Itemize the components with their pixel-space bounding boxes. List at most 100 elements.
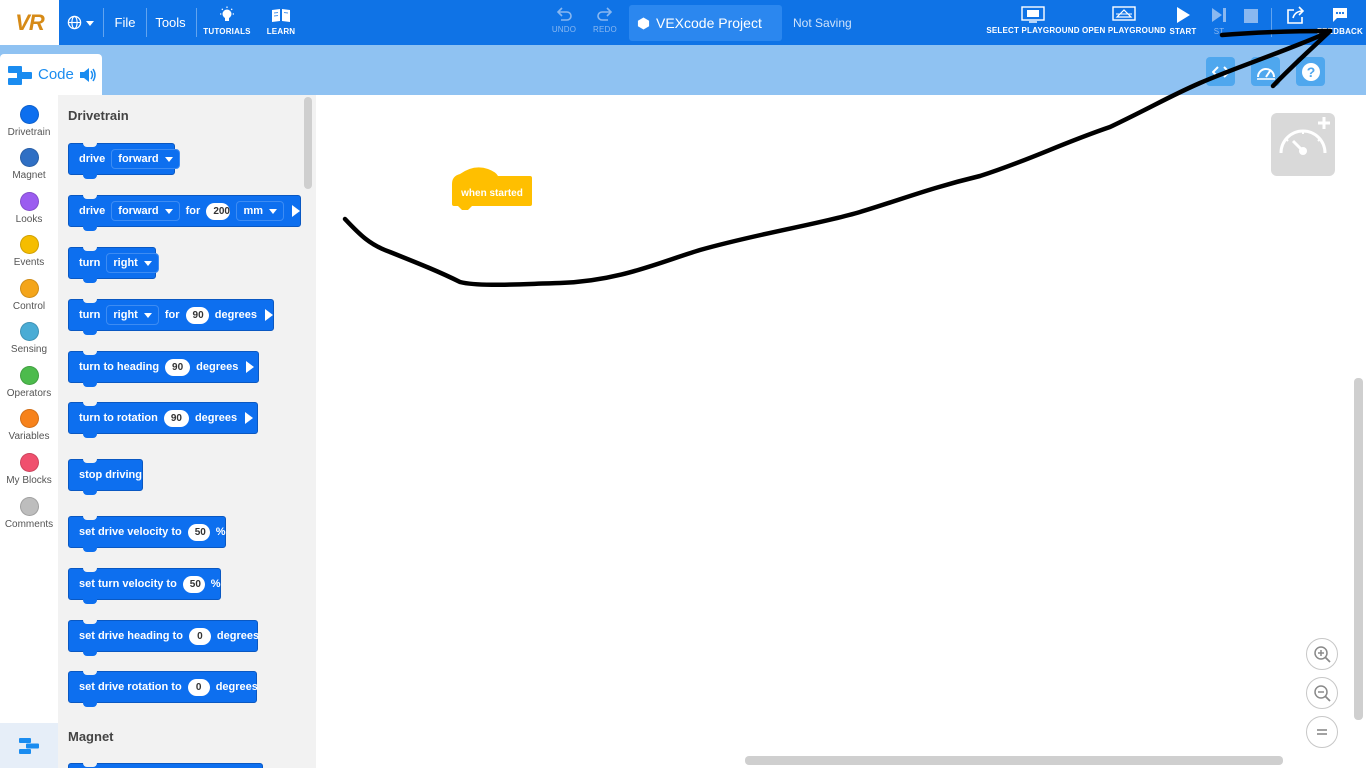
zoom-reset-button[interactable] (1306, 716, 1338, 748)
lightbulb-icon (220, 6, 234, 21)
category-sensing[interactable]: Sensing (0, 322, 58, 366)
category-control[interactable]: Control (0, 279, 58, 323)
direction-dropdown[interactable]: forward (111, 201, 180, 221)
category-label: Drivetrain (7, 127, 51, 138)
drivetrain-heading: Drivetrain (68, 108, 129, 123)
hexagon-icon (637, 16, 650, 30)
category-operators[interactable]: Operators (0, 366, 58, 410)
stop-button[interactable] (1239, 0, 1263, 45)
learn-button[interactable]: LEARN (262, 0, 300, 45)
block-text: drive (79, 205, 106, 217)
set-drive-rotation-block[interactable]: set drive rotation to 0 degrees (68, 671, 258, 707)
code-workspace[interactable]: when started (316, 95, 1366, 768)
project-name-field[interactable]: VEXcode Project (629, 5, 782, 41)
add-device-button[interactable] (1271, 113, 1335, 176)
language-menu-button[interactable] (62, 0, 100, 45)
toolbar-divider (103, 8, 104, 37)
turn-to-rotation-block[interactable]: turn to rotation 90 degrees (68, 402, 258, 438)
direction-dropdown[interactable]: forward (111, 149, 180, 169)
velocity-input[interactable]: 50 (187, 523, 210, 541)
redo-button[interactable]: REDO (589, 0, 621, 45)
stop-driving-block[interactable]: stop driving (68, 459, 143, 495)
tools-menu[interactable]: Tools (152, 0, 189, 45)
code-tab[interactable]: Code (0, 54, 102, 95)
category-label: My Blocks (6, 475, 52, 486)
workspace-horizontal-scrollbar[interactable] (745, 756, 1283, 765)
zoom-out-button[interactable] (1306, 677, 1338, 709)
zoom-in-button[interactable] (1306, 638, 1338, 670)
code-viewer-button[interactable] (1206, 57, 1235, 86)
block-text: % (215, 526, 226, 538)
caret-down-icon (164, 156, 173, 162)
block-text: set drive heading to (79, 630, 183, 642)
feedback-button[interactable]: FEEDBACK (1316, 0, 1364, 45)
start-label: START (1169, 27, 1197, 36)
help-button[interactable]: ? (1296, 57, 1325, 86)
when-started-block[interactable]: when started (452, 164, 532, 212)
share-button[interactable] (1281, 0, 1311, 45)
drive-for-block[interactable]: drive forward for 200 mm (68, 195, 301, 231)
workspace-vertical-scrollbar[interactable] (1354, 378, 1363, 720)
heading-input[interactable]: 0 (188, 627, 211, 645)
block-text: degrees (214, 309, 257, 321)
learn-label: LEARN (266, 27, 296, 36)
hat-block-label: when started (461, 188, 523, 199)
open-playground-button[interactable]: OPEN PLAYGROUND (1082, 0, 1166, 45)
category-looks[interactable]: Looks (0, 192, 58, 236)
turn-for-block[interactable]: turn right for 90 degrees (68, 299, 274, 335)
set-turn-velocity-block[interactable]: set turn velocity to 50 % (68, 568, 221, 604)
share-icon (1287, 6, 1305, 24)
palette-scrollbar[interactable] (304, 97, 312, 189)
dropdown-value: right (113, 257, 138, 269)
file-menu[interactable]: File (109, 0, 141, 45)
magnet-block-partial[interactable] (68, 763, 263, 768)
speaker-icon[interactable] (79, 67, 97, 83)
turn-direction-dropdown[interactable]: right (106, 253, 159, 273)
tutorials-button[interactable]: TUTORIALS (203, 0, 251, 45)
vexcode-vr-logo: VR (0, 0, 59, 45)
expand-arrow-icon[interactable] (246, 361, 255, 373)
step-label: ST (1213, 27, 1225, 36)
expand-arrow-icon[interactable] (292, 205, 300, 217)
block-text: % (210, 578, 221, 590)
select-playground-button[interactable]: SELECT PLAYGROUND (986, 0, 1079, 45)
category-comments[interactable]: Comments (0, 497, 58, 541)
expand-arrow-icon[interactable] (265, 309, 273, 321)
magnet-heading: Magnet (68, 729, 114, 744)
blocks-stack-icon (19, 737, 39, 754)
select-playground-label: SELECT PLAYGROUND (986, 26, 1080, 35)
velocity-input[interactable]: 50 (182, 575, 205, 593)
turn-to-heading-block[interactable]: turn to heading 90 degrees (68, 351, 259, 387)
category-drivetrain[interactable]: Drivetrain (0, 105, 58, 149)
distance-input[interactable]: 200 (206, 202, 231, 220)
turn-block[interactable]: turn right (68, 247, 159, 283)
variables-color-dot (19, 409, 39, 428)
category-events[interactable]: Events (0, 235, 58, 279)
angle-input[interactable]: 90 (185, 306, 209, 324)
category-my-blocks[interactable]: My Blocks (0, 453, 58, 497)
units-dropdown[interactable]: mm (236, 201, 284, 221)
toolbar-divider (196, 8, 197, 37)
category-magnet[interactable]: Magnet (0, 148, 58, 192)
turn-direction-dropdown[interactable]: right (106, 305, 159, 325)
caret-down-icon (164, 208, 173, 214)
category-label: Variables (8, 431, 50, 442)
start-button[interactable]: START (1168, 0, 1198, 45)
globe-icon (67, 15, 82, 30)
step-button[interactable]: ST (1204, 0, 1234, 45)
set-drive-velocity-block[interactable]: set drive velocity to 50 % (68, 516, 226, 552)
category-variables[interactable]: Variables (0, 409, 58, 453)
dropdown-value: mm (243, 205, 263, 217)
drive-block[interactable]: drive forward (68, 143, 180, 179)
heading-input[interactable]: 90 (165, 358, 191, 376)
expand-arrow-icon[interactable] (245, 412, 254, 424)
set-drive-heading-block[interactable]: set drive heading to 0 degrees (68, 620, 259, 656)
block-text: set turn velocity to (79, 578, 177, 590)
rotation-input[interactable]: 0 (187, 678, 210, 696)
undo-button[interactable]: UNDO (548, 0, 580, 45)
extensions-button[interactable] (0, 723, 58, 768)
blocks-icon (8, 65, 32, 85)
device-info-button[interactable] (1251, 57, 1280, 86)
block-text: turn (79, 309, 101, 321)
rotation-input[interactable]: 90 (163, 409, 189, 427)
